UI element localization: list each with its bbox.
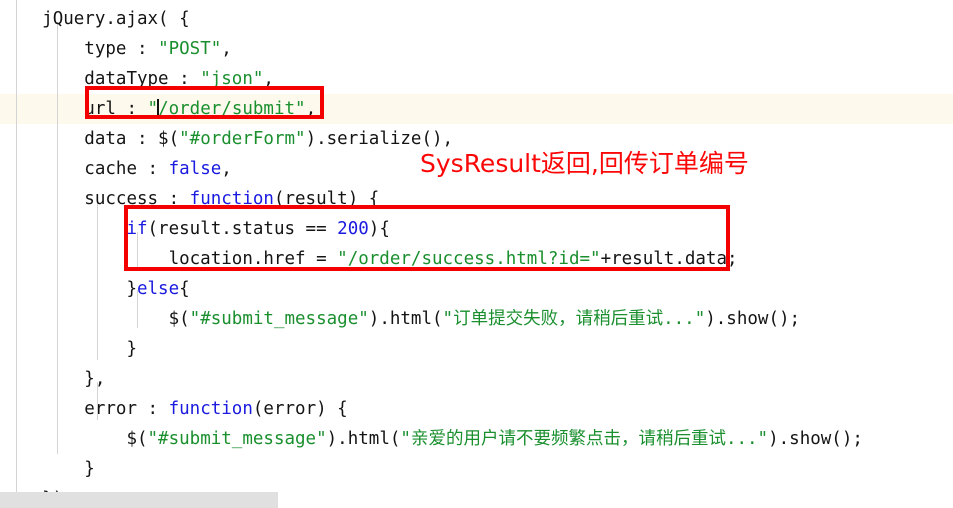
horizontal-scrollbar-thumb[interactable] [0, 492, 278, 508]
code-token-plain: type : [84, 39, 159, 59]
code-line[interactable]: error : function(error) { [0, 394, 953, 424]
code-token-plain: } [126, 279, 137, 299]
code-token-plain: $( [168, 309, 190, 329]
code-token-plain: }, [84, 369, 106, 389]
code-token-plain: cache : [84, 159, 169, 179]
code-token-str: "#submit_message" [189, 309, 369, 329]
code-token-plain: $( [126, 429, 148, 449]
code-token-plain: ).html( [368, 309, 443, 329]
code-editor-screenshot: jQuery.ajax( { type : "POST", dataType :… [0, 0, 953, 508]
code-token-kw: else [136, 279, 180, 299]
code-line[interactable]: }else{ [0, 274, 953, 304]
code-token-plain: ).show(); [768, 429, 863, 449]
code-token-kw: function [168, 399, 253, 419]
code-token-plain: data : $( [84, 129, 180, 149]
url-line-red-box [85, 86, 324, 119]
code-token-plain: jQuery.ajax( { [42, 9, 190, 29]
code-line[interactable]: }, [0, 364, 953, 394]
success-branch-red-box [124, 205, 730, 271]
code-token-plain: } [84, 459, 95, 479]
sysresult-annotation-text: SysResult返回,回传订单编号 [420, 149, 749, 178]
code-token-str: "#orderForm" [179, 129, 306, 149]
code-token-str: "亲爱的用户请不要频繁点击，请稍后重试..." [400, 429, 769, 449]
code-token-kw: false [168, 159, 222, 179]
code-line[interactable]: $("#submit_message").html("订单提交失败，请稍后重试.… [0, 304, 953, 334]
code-token-plain: ).html( [326, 429, 401, 449]
code-token-plain: { [179, 279, 190, 299]
code-token-plain: , [221, 159, 232, 179]
code-token-plain: , [221, 39, 232, 59]
code-token-str: "#submit_message" [147, 429, 327, 449]
code-line[interactable]: jQuery.ajax( { [0, 4, 953, 34]
code-token-plain: (error) { [252, 399, 348, 419]
code-line[interactable]: type : "POST", [0, 34, 953, 64]
horizontal-scrollbar-track[interactable] [0, 492, 953, 508]
code-token-str: "订单提交失败，请稍后重试..." [442, 309, 706, 329]
code-token-plain: } [126, 339, 137, 359]
code-line[interactable]: } [0, 454, 953, 484]
code-line[interactable]: } [0, 334, 953, 364]
code-token-str: "POST" [158, 39, 222, 59]
code-line[interactable]: $("#submit_message").html("亲爱的用户请不要频繁点击，… [0, 424, 953, 454]
code-token-plain: ).show(); [705, 309, 801, 329]
code-token-plain: error : [84, 399, 169, 419]
